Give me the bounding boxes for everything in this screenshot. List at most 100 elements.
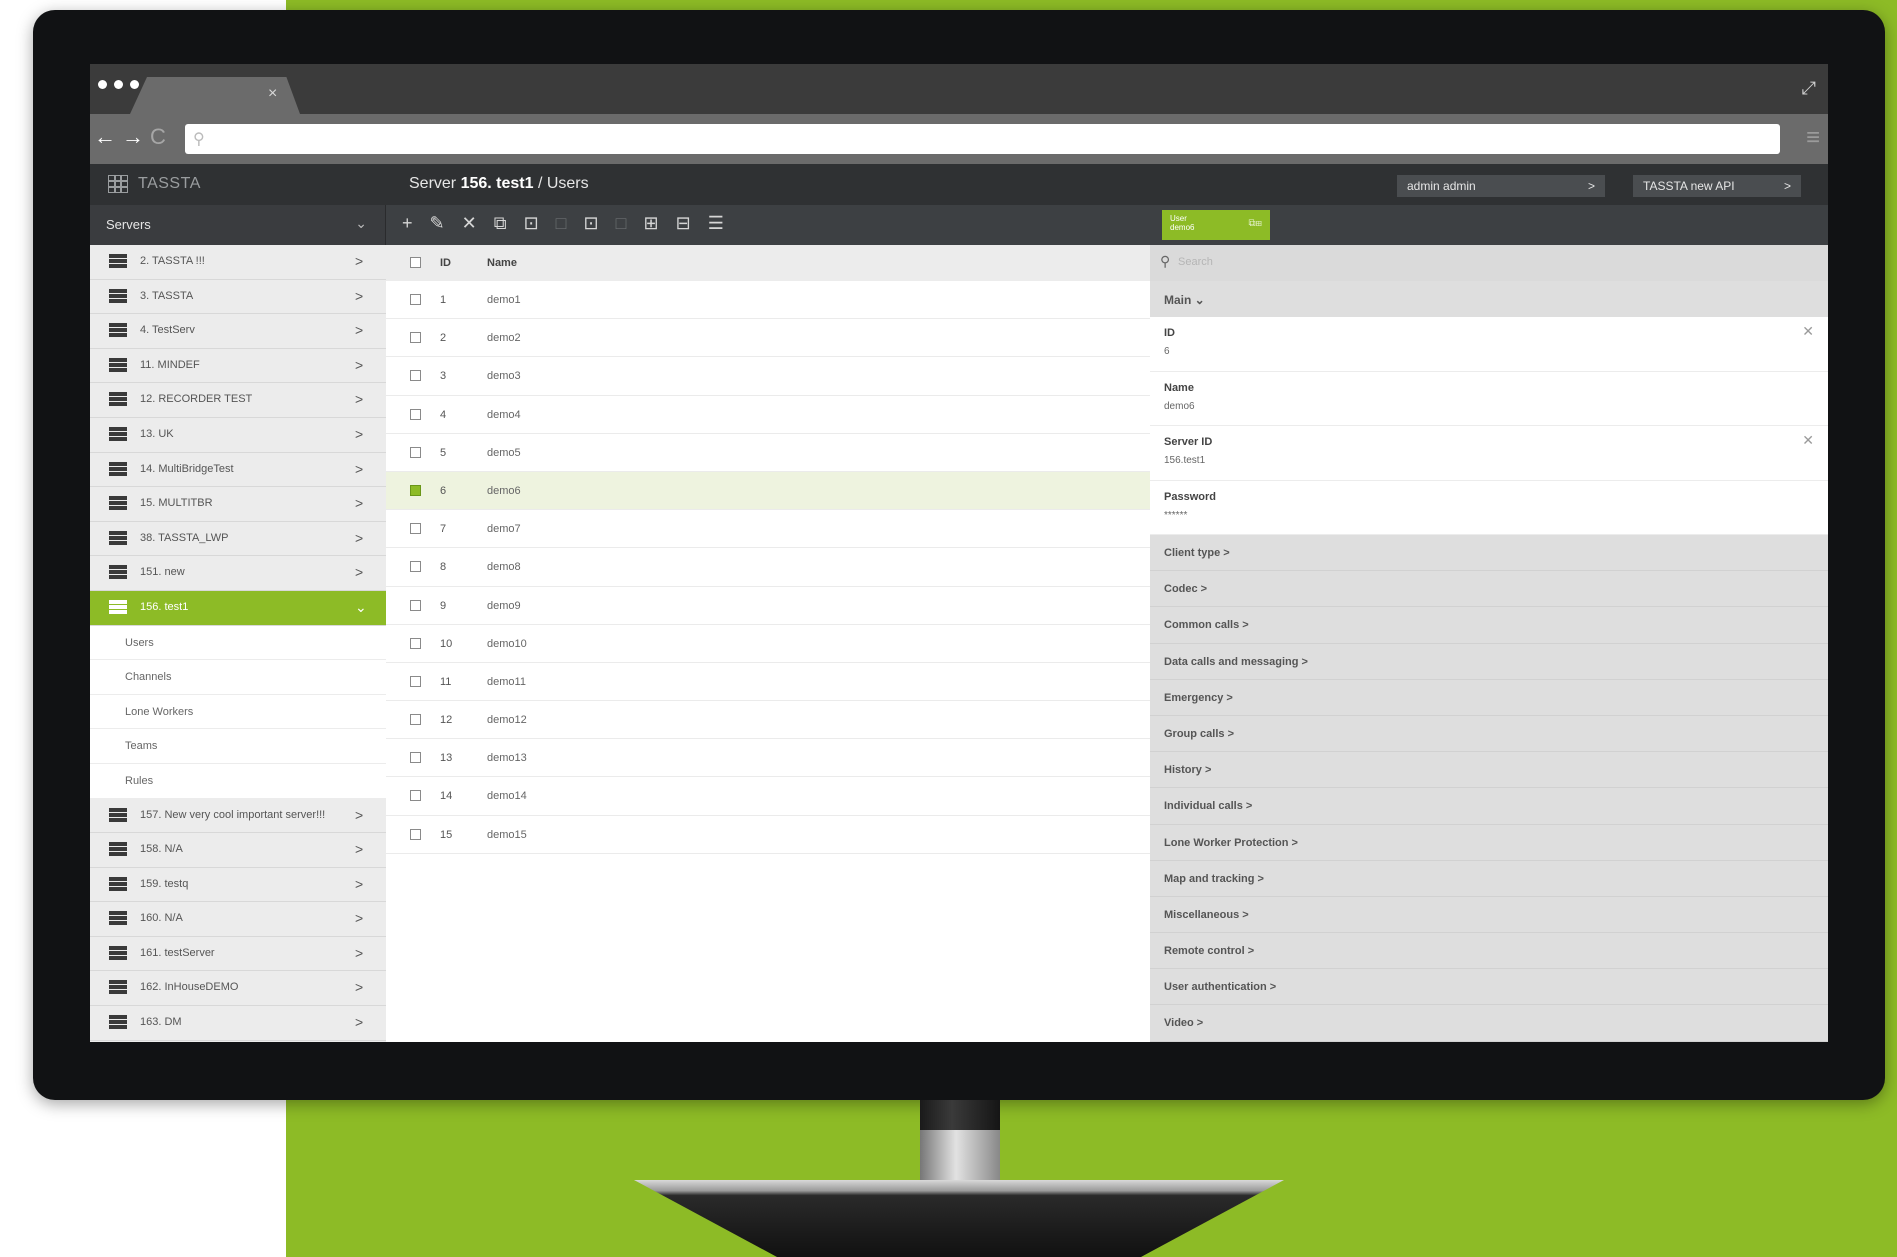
row-checkbox[interactable] <box>410 637 421 649</box>
badge-actions-icon[interactable]: ⧉⊞ <box>1249 219 1263 229</box>
row-checkbox[interactable] <box>410 790 421 802</box>
sidebar-item-server[interactable]: 38. TASSTA_LWP > <box>90 522 386 557</box>
refresh-icon[interactable]: C <box>150 124 166 150</box>
forward-icon[interactable]: → <box>122 124 144 150</box>
table-row[interactable]: 14 demo14 <box>386 777 1150 816</box>
table-row[interactable]: 10 demo10 <box>386 625 1150 663</box>
close-icon[interactable]: ✕ <box>1802 323 1814 340</box>
url-input[interactable]: ⚲ <box>185 124 1780 154</box>
table-row[interactable]: 2 demo2 <box>386 319 1150 358</box>
row-checkbox-checked[interactable] <box>410 484 421 496</box>
field-server-id[interactable]: Server ID 156.test1 ✕ <box>1150 426 1828 481</box>
table-row[interactable]: 11 demo11 <box>386 663 1150 702</box>
breadcrumb-server[interactable]: 156. test1 <box>461 175 534 192</box>
sidebar-subitem-channels[interactable]: Channels <box>90 660 386 695</box>
row-checkbox[interactable] <box>410 408 421 420</box>
servers-dropdown[interactable]: Servers ⌄ <box>90 205 386 245</box>
field-name[interactable]: Name demo6 <box>1150 371 1828 426</box>
row-checkbox[interactable] <box>410 294 421 305</box>
section-main-toggle[interactable]: Main ⌄ <box>1150 281 1828 317</box>
row-checkbox[interactable] <box>410 599 421 611</box>
edit-icon[interactable]: ✎ <box>430 213 445 234</box>
section-group-calls[interactable]: Group calls > <box>1150 716 1828 753</box>
sidebar-subitem-rules[interactable]: Rules <box>90 763 386 799</box>
section-codec[interactable]: Codec > <box>1150 571 1828 608</box>
column-header-name[interactable]: Name <box>487 257 517 269</box>
sidebar-item-server[interactable]: 4. TestServ > <box>90 314 386 349</box>
fullscreen-icon[interactable]: ⤢ <box>1802 78 1816 99</box>
section-client-type[interactable]: Client type > <box>1150 535 1828 572</box>
section-individual-calls[interactable]: Individual calls > <box>1150 788 1828 825</box>
row-checkbox[interactable] <box>410 446 421 458</box>
move-icon[interactable]: ⊡ <box>524 213 539 234</box>
table-row[interactable]: 13 demo13 <box>386 739 1150 778</box>
back-icon[interactable]: ← <box>94 124 116 150</box>
section-video[interactable]: Video > <box>1150 1005 1828 1042</box>
add-icon[interactable]: + <box>402 213 413 234</box>
delete-icon[interactable]: ✕ <box>462 213 477 234</box>
disabled-action-icon[interactable]: □ <box>616 213 627 234</box>
sidebar-item-server[interactable]: 3. TASSTA > <box>90 280 386 315</box>
table-row[interactable]: 5 demo5 <box>386 434 1150 472</box>
sidebar-item-server[interactable]: 13. UK > <box>90 418 386 453</box>
filter-icon[interactable]: ☰ <box>708 213 724 234</box>
sidebar-item-server[interactable]: 14. MultiBridgeTest > <box>90 453 386 488</box>
sidebar-item-server[interactable]: 2. TASSTA !!! > <box>90 245 386 280</box>
api-button[interactable]: TASSTA new API > <box>1633 175 1801 197</box>
row-checkbox[interactable] <box>410 828 421 840</box>
section-remote-control[interactable]: Remote control > <box>1150 933 1828 970</box>
table-row[interactable]: 1 demo1 <box>386 281 1150 320</box>
table-row[interactable]: 7 demo7 <box>386 510 1150 549</box>
row-checkbox[interactable] <box>410 332 421 344</box>
qr-icon[interactable]: ⊟ <box>676 213 691 234</box>
user-menu-button[interactable]: admin admin > <box>1397 175 1605 197</box>
select-all-checkbox[interactable] <box>410 257 421 268</box>
table-row[interactable]: 8 demo8 <box>386 548 1150 587</box>
section-common-calls[interactable]: Common calls > <box>1150 607 1828 644</box>
row-checkbox[interactable] <box>410 561 421 573</box>
browser-menu-icon[interactable]: ≡ <box>1806 124 1820 152</box>
close-icon[interactable]: ✕ <box>1802 432 1814 449</box>
copy-icon[interactable]: ⧉ <box>494 213 507 234</box>
sidebar-item-server[interactable]: 160. N/A > <box>90 902 386 937</box>
sidebar-subitem-teams[interactable]: Teams <box>90 729 386 764</box>
sidebar-item-server[interactable]: 151. new > <box>90 556 386 591</box>
sidebar-item-server-active[interactable]: 156. test1 ⌄ <box>90 590 386 626</box>
field-id[interactable]: ID 6 ✕ <box>1150 317 1828 372</box>
table-row[interactable]: 12 demo12 <box>386 701 1150 740</box>
sidebar-item-server[interactable]: 157. New very cool important server!!! > <box>90 799 386 834</box>
add-layout-icon[interactable]: ⊞ <box>644 213 659 234</box>
section-emergency[interactable]: Emergency > <box>1150 680 1828 716</box>
section-lone-worker[interactable]: Lone Worker Protection > <box>1150 825 1828 861</box>
sidebar-subitem-users[interactable]: Users <box>90 625 386 661</box>
sidebar-item-server[interactable]: 11. MINDEF > <box>90 349 386 384</box>
table-row[interactable]: 3 demo3 <box>386 357 1150 396</box>
section-user-authentication[interactable]: User authentication > <box>1150 969 1828 1006</box>
selected-user-badge[interactable]: User demo6 ⧉⊞ <box>1162 210 1270 240</box>
sidebar-subitem-lone-workers[interactable]: Lone Workers <box>90 694 386 730</box>
move-alt-icon[interactable]: ⊡ <box>584 213 599 234</box>
section-data-calls[interactable]: Data calls and messaging > <box>1150 644 1828 680</box>
table-row-selected[interactable]: 6 demo6 <box>386 471 1150 511</box>
table-row[interactable]: 9 demo9 <box>386 587 1150 625</box>
column-header-id[interactable]: ID <box>440 257 451 269</box>
sidebar-item-server[interactable]: 15. MULTITBR > <box>90 487 386 522</box>
sidebar-item-server[interactable]: 162. InHouseDEMO > <box>90 971 386 1007</box>
row-checkbox[interactable] <box>410 370 421 382</box>
row-checkbox[interactable] <box>410 523 421 535</box>
row-checkbox[interactable] <box>410 714 421 726</box>
section-miscellaneous[interactable]: Miscellaneous > <box>1150 897 1828 934</box>
row-checkbox[interactable] <box>410 675 421 687</box>
row-checkbox[interactable] <box>410 752 421 764</box>
sidebar-item-server[interactable]: 158. N/A > <box>90 833 386 868</box>
tab-close-icon[interactable]: × <box>268 85 277 103</box>
sidebar-item-server[interactable]: 161. testServer > <box>90 937 386 972</box>
sidebar-item-server[interactable]: 12. RECORDER TEST > <box>90 383 386 418</box>
table-row[interactable]: 4 demo4 <box>386 396 1150 434</box>
section-map-tracking[interactable]: Map and tracking > <box>1150 861 1828 897</box>
field-password[interactable]: Password ****** <box>1150 480 1828 535</box>
disabled-action-icon[interactable]: □ <box>556 213 567 234</box>
section-history[interactable]: History > <box>1150 752 1828 789</box>
sidebar-item-server[interactable]: 163. DM > <box>90 1006 386 1041</box>
table-row[interactable]: 15 demo15 <box>386 816 1150 854</box>
